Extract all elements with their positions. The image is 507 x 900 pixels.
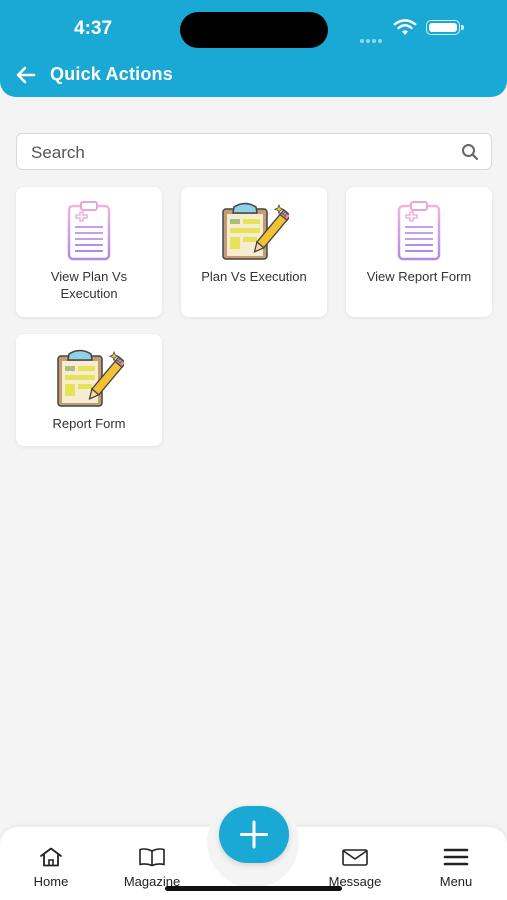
envelope-icon bbox=[342, 849, 368, 866]
clipboard-list-icon bbox=[397, 201, 441, 261]
action-label: Report Form bbox=[52, 416, 126, 431]
add-button[interactable] bbox=[219, 806, 289, 863]
tab-menu[interactable]: Menu bbox=[416, 847, 496, 889]
action-card-plan-vs-execution[interactable]: Plan Vs Execution bbox=[181, 187, 327, 317]
tab-label: Home bbox=[33, 874, 69, 889]
action-label: View Plan Vs Execution bbox=[50, 269, 128, 301]
clipboard-edit-icon bbox=[57, 349, 124, 407]
wifi-icon bbox=[393, 19, 417, 35]
clipboard-list-icon bbox=[67, 201, 111, 261]
search-icon[interactable] bbox=[461, 143, 479, 161]
cellular-signal-icon bbox=[360, 30, 384, 48]
action-label: Plan Vs Execution bbox=[201, 269, 307, 284]
dynamic-island bbox=[180, 12, 328, 48]
app-header: 4:37 Quick Actions bbox=[0, 0, 507, 97]
action-card-report-form[interactable]: Report Form bbox=[16, 334, 162, 446]
book-open-icon bbox=[139, 848, 165, 867]
search-bar[interactable] bbox=[16, 133, 492, 170]
home-indicator bbox=[165, 886, 342, 891]
tab-label: Menu bbox=[439, 874, 473, 889]
clipboard-edit-icon bbox=[222, 202, 289, 260]
action-card-view-report-form[interactable]: View Report Form bbox=[346, 187, 492, 317]
search-input[interactable] bbox=[29, 140, 453, 166]
page-title: Quick Actions bbox=[50, 64, 173, 84]
hamburger-menu-icon bbox=[443, 848, 469, 866]
action-label: View Report Form bbox=[366, 269, 472, 284]
home-icon bbox=[40, 847, 62, 867]
action-card-view-plan-vs-execution[interactable]: View Plan Vs Execution bbox=[16, 187, 162, 317]
tab-magazine[interactable]: Magazine bbox=[112, 847, 192, 889]
tab-home[interactable]: Home bbox=[11, 847, 91, 889]
plus-icon bbox=[240, 820, 268, 849]
battery-icon bbox=[426, 20, 464, 35]
back-arrow-icon[interactable] bbox=[14, 64, 38, 86]
status-time: 4:37 bbox=[74, 18, 113, 39]
tab-message[interactable]: Message bbox=[315, 847, 395, 889]
